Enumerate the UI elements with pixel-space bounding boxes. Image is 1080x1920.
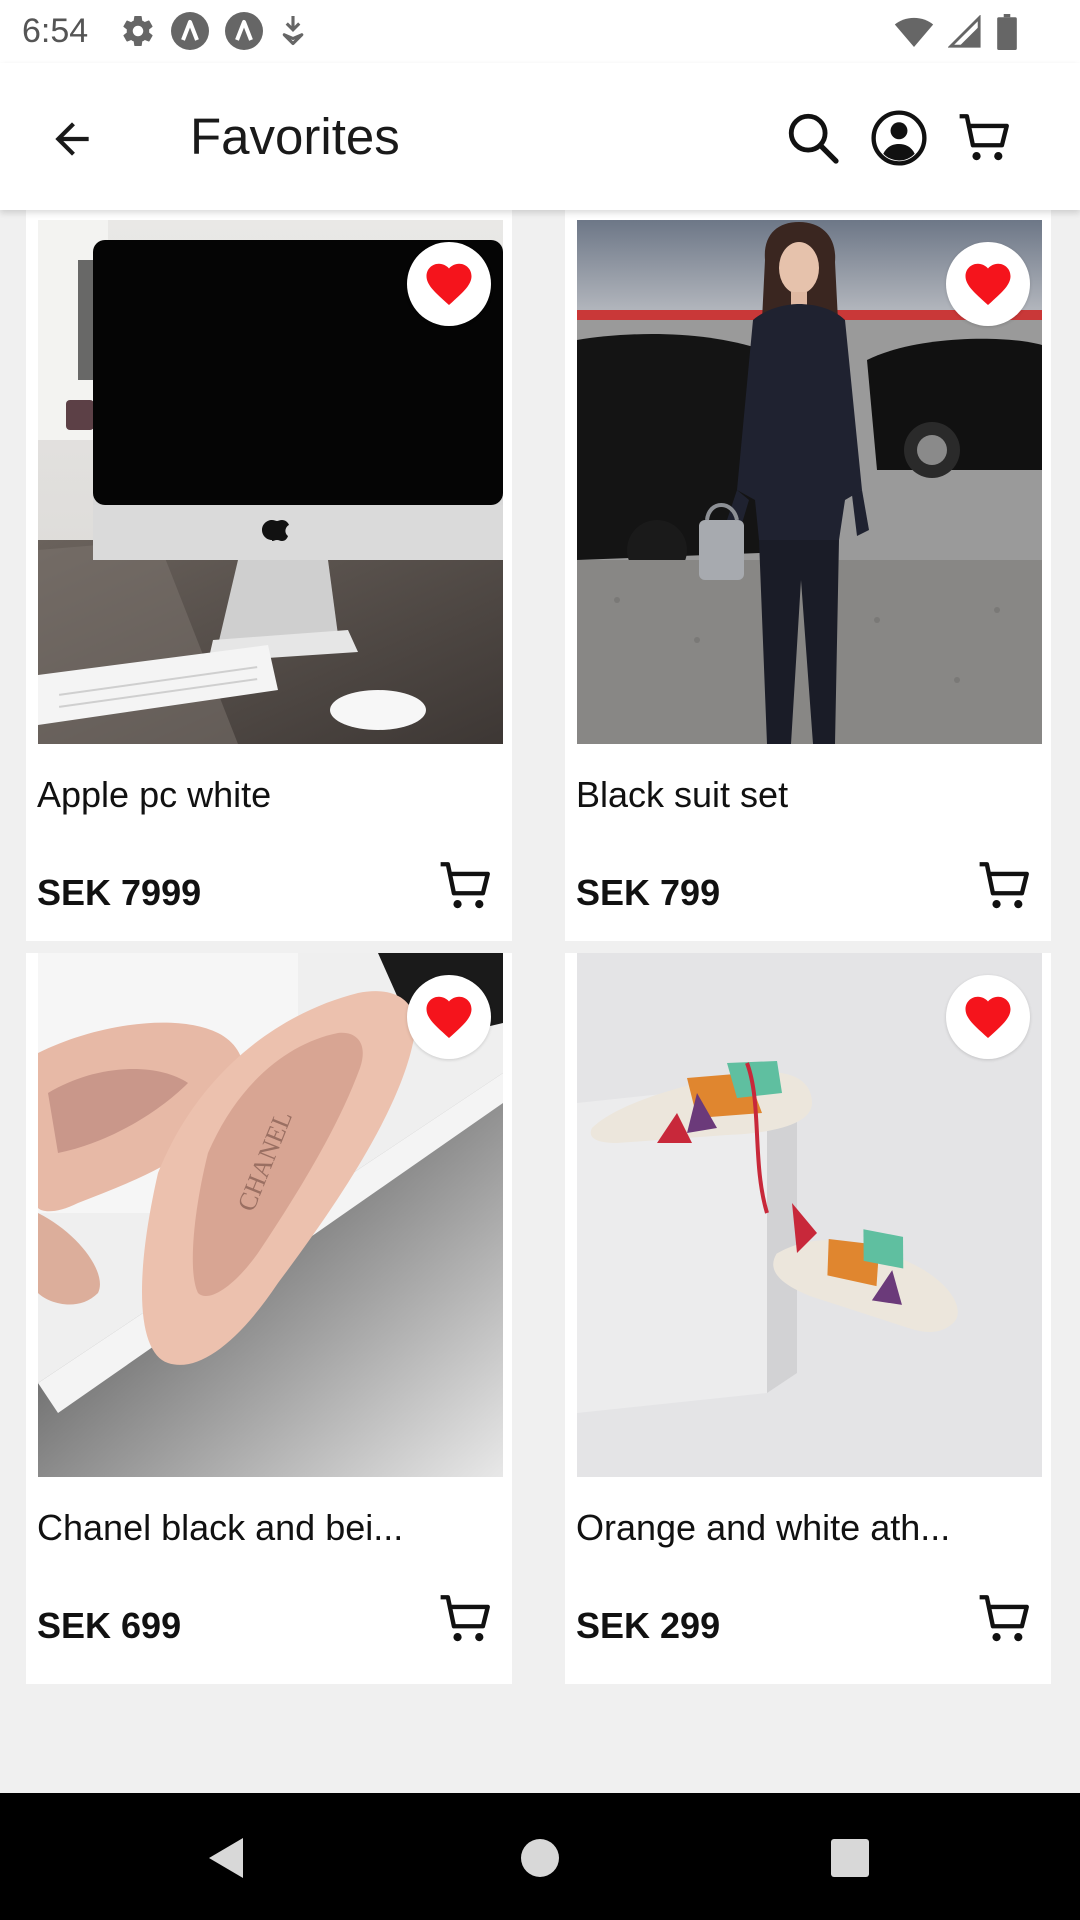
shopping-cart-icon [440,1595,490,1642]
product-price: SEK 299 [576,1605,721,1646]
heart-icon [965,263,1011,306]
app-bar-actions [778,103,1020,173]
shopping-cart-icon [440,862,490,909]
status-icons-left [120,11,308,56]
favorite-button[interactable] [946,975,1030,1059]
product-price: SEK 7999 [37,872,202,913]
favorite-button[interactable] [946,242,1030,326]
heart-icon [426,996,472,1039]
favorites-grid: Apple pc white SEK 7999 Black suit set S… [0,210,1080,1793]
cellular-signal-icon [947,14,982,54]
product-name: Orange and white ath... [576,1507,951,1548]
cart-button[interactable] [950,103,1020,173]
heart-icon [965,996,1011,1039]
add-to-cart-button[interactable] [975,1589,1035,1649]
arrow-left-icon [55,122,89,156]
heart-icon [426,263,472,306]
search-button[interactable] [778,103,848,173]
add-to-cart-button[interactable] [975,856,1035,916]
a-badge-icon [224,11,264,56]
product-card[interactable]: Black suit set SEK 799 [565,210,1051,941]
shopping-cart-icon [979,862,1029,909]
status-icons-right [894,14,1018,55]
product-image-imac[interactable] [38,220,503,744]
a-badge-icon [170,11,210,56]
shopping-cart-icon [979,1595,1029,1642]
download-icon [278,13,308,54]
product-image-chanel-shoes[interactable]: CHANEL [38,953,503,1477]
product-card[interactable]: Apple pc white SEK 7999 [26,210,512,941]
account-circle-icon [871,110,927,166]
status-bar: 6:54 [0,0,1080,63]
product-price: SEK 799 [576,872,721,913]
product-card[interactable]: CHANEL Chanel black and bei... SEK 699 [26,953,512,1684]
wifi-icon [894,15,934,54]
search-icon [788,113,839,164]
product-name: Chanel black and bei... [37,1507,404,1548]
back-button[interactable] [36,103,108,175]
home-circle-icon [521,1839,559,1877]
nav-home-button[interactable] [505,1823,575,1893]
back-triangle-icon [209,1838,243,1878]
product-image-sneakers[interactable] [577,953,1042,1477]
page-title: Favorites [190,108,400,165]
app-bar: Favorites [0,63,1080,210]
settings-gear-icon [120,13,156,54]
shopping-cart-icon [959,114,1009,161]
product-name: Black suit set [576,774,789,815]
product-image-black-suit[interactable] [577,220,1042,744]
nav-recents-button[interactable] [815,1823,885,1893]
add-to-cart-button[interactable] [436,1589,496,1649]
favorite-button[interactable] [407,242,491,326]
system-navigation-bar [0,1793,1080,1920]
product-card[interactable]: Orange and white ath... SEK 299 [565,953,1051,1684]
product-price: SEK 699 [37,1605,182,1646]
status-time: 6:54 [22,12,89,50]
account-button[interactable] [864,103,934,173]
product-name: Apple pc white [37,774,272,815]
add-to-cart-button[interactable] [436,856,496,916]
battery-icon [996,14,1018,55]
recents-square-icon [831,1839,869,1877]
nav-back-button[interactable] [190,1823,260,1893]
favorite-button[interactable] [407,975,491,1059]
